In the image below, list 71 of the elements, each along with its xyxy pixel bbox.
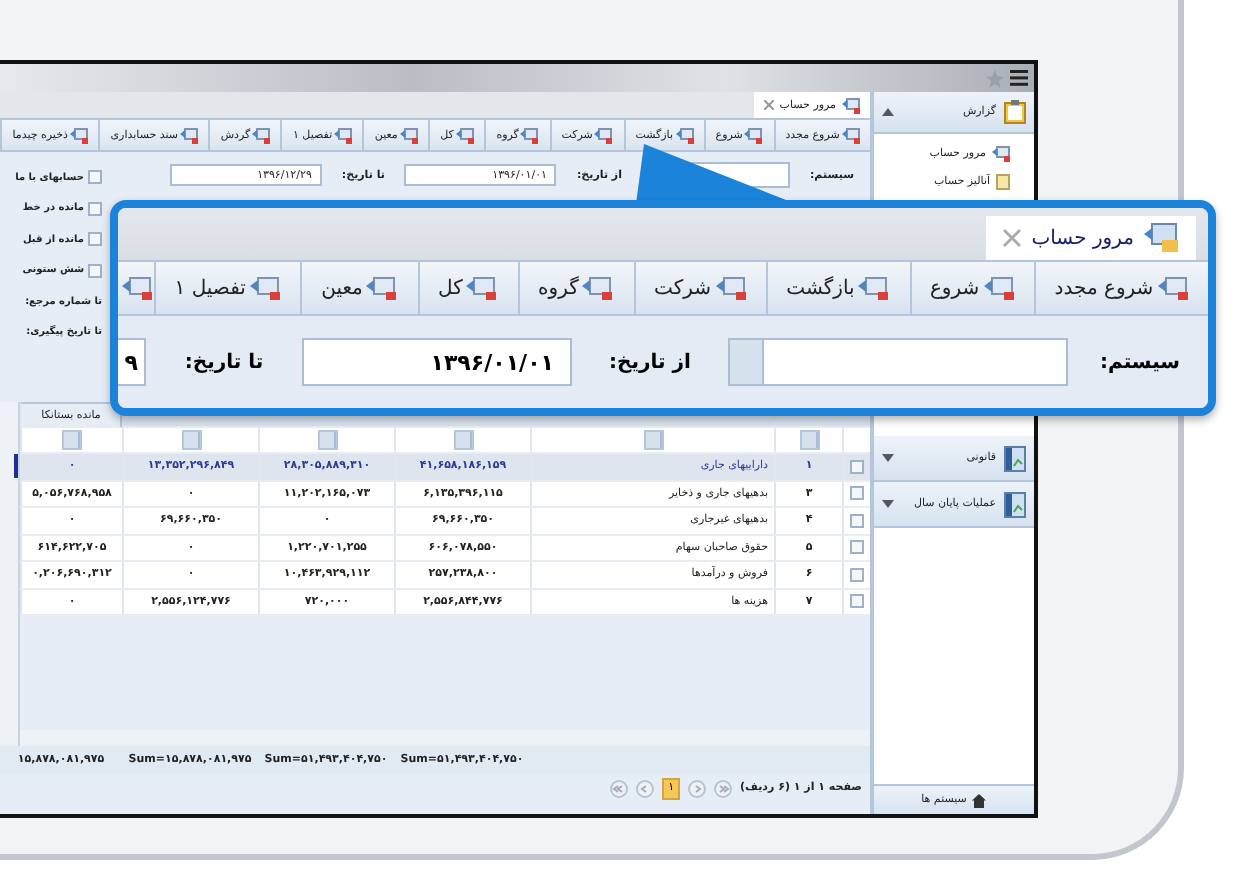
window-icon <box>1144 222 1180 254</box>
filter-field[interactable] <box>317 430 337 450</box>
toolbar-button[interactable]: تفصیل ۱ <box>153 262 301 314</box>
window-icon <box>744 127 763 143</box>
toolbar-button[interactable]: شرکت <box>633 262 766 314</box>
window-icon <box>69 127 88 143</box>
window-icon <box>715 275 747 301</box>
vertical-scrollbar[interactable] <box>0 402 20 746</box>
window-icon <box>121 275 154 301</box>
field-label: سیستم: <box>1097 351 1180 373</box>
close-icon <box>763 100 774 110</box>
window-icon <box>594 127 613 143</box>
star-icon <box>986 69 1004 87</box>
scroll-thumb[interactable] <box>14 454 18 478</box>
previous-page-icon <box>636 779 655 797</box>
chart-icon <box>1004 445 1026 471</box>
window-icon <box>180 127 199 143</box>
system-dropdown[interactable] <box>728 338 1068 386</box>
window-icon <box>842 97 860 113</box>
row-checkbox[interactable] <box>850 486 864 501</box>
window-icon <box>582 275 615 301</box>
window-icon <box>520 127 539 143</box>
toolbar-button[interactable]: شروع <box>909 262 1034 314</box>
date-field[interactable]: ۹ <box>118 338 146 386</box>
row-checkbox[interactable] <box>850 594 864 609</box>
horizontal-scrollbar[interactable] <box>20 730 870 746</box>
toolbar-button[interactable]: شروع مجدد <box>1033 262 1208 314</box>
field-label: از تاریخ: <box>607 351 693 373</box>
row-checkbox[interactable] <box>850 459 864 474</box>
toolbar-button[interactable]: بازگشت <box>765 262 910 314</box>
window-icon <box>675 127 693 143</box>
window-icon <box>249 275 282 301</box>
home-icon <box>972 793 987 807</box>
window-icon <box>841 127 860 143</box>
checkbox[interactable] <box>88 263 102 278</box>
filter-field[interactable] <box>453 430 473 450</box>
window-icon <box>992 146 1010 162</box>
window-icon <box>334 127 353 143</box>
date-field[interactable]: ۱۳۹۶/۰۱/۰۱ <box>302 338 572 386</box>
toolbar-button[interactable]: کل <box>417 262 518 314</box>
row-checkbox[interactable] <box>850 540 864 555</box>
last-page-icon <box>714 779 733 797</box>
window-icon <box>366 275 399 301</box>
row-checkbox[interactable] <box>850 513 864 528</box>
checkbox[interactable] <box>88 201 102 216</box>
toolbar-button[interactable]: گروه <box>517 262 634 314</box>
close-icon <box>1001 228 1022 248</box>
window-icon <box>983 275 1016 301</box>
window-icon <box>1157 275 1190 301</box>
tab-title: مرور حساب <box>1031 227 1134 249</box>
field-label: تا تاریخ: <box>182 351 266 373</box>
filter-field[interactable] <box>181 430 201 450</box>
next-page-icon <box>688 779 707 797</box>
filter-field[interactable] <box>799 430 819 450</box>
document-icon <box>996 174 1010 190</box>
clipboard-icon <box>1004 100 1026 124</box>
window-icon <box>252 127 271 143</box>
toolbar-button[interactable]: معین <box>300 262 418 314</box>
first-page-icon <box>610 779 629 797</box>
window-icon <box>858 275 891 301</box>
checkbox[interactable] <box>88 232 102 247</box>
window-icon <box>455 127 474 143</box>
checkbox[interactable] <box>88 170 102 185</box>
menu-icon <box>1010 70 1028 86</box>
filter-field[interactable] <box>643 430 663 450</box>
chart-icon <box>1004 491 1026 517</box>
window-icon <box>399 127 418 143</box>
filter-field[interactable] <box>62 430 82 450</box>
tab[interactable]: مرور حساب <box>985 216 1196 260</box>
window-icon <box>466 275 499 301</box>
row-checkbox[interactable] <box>850 567 864 582</box>
